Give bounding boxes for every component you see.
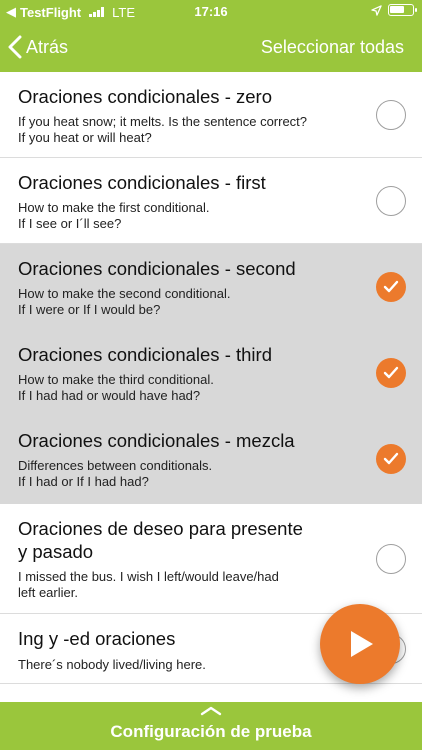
item-title-line2: y pasado — [18, 541, 94, 562]
start-test-play-button[interactable] — [320, 604, 400, 684]
back-button-label: Atrás — [26, 36, 69, 57]
item-title: Oraciones condicionales - zero — [18, 86, 272, 107]
item-subtitle-line1: How to make the third conditional. — [18, 372, 214, 387]
checkmark-icon[interactable] — [376, 358, 406, 388]
list-item-selected[interactable]: Oraciones condicionales - second How to … — [0, 244, 422, 330]
list-item[interactable]: Oraciones de deseo para presente y pasad… — [0, 504, 422, 614]
navigation-bar: Atrás Seleccionar todas — [0, 24, 422, 72]
chevron-up-icon — [200, 706, 222, 716]
unchecked-circle-icon[interactable] — [376, 186, 406, 216]
back-button[interactable]: Atrás — [8, 35, 68, 59]
item-subtitle-line2: If I had or If I had had? — [18, 474, 149, 489]
item-subtitle-line2: If I were or If I would be? — [18, 302, 161, 317]
item-subtitle-line2: If you heat or will heat? — [18, 130, 152, 145]
unchecked-circle-icon[interactable] — [376, 100, 406, 130]
list-item[interactable]: Oraciones condicionales - zero If you he… — [0, 72, 422, 158]
item-title: Ing y -ed oraciones — [18, 628, 176, 649]
select-all-button[interactable]: Seleccionar todas — [261, 37, 404, 58]
item-title: Oraciones condicionales - third — [18, 344, 272, 365]
item-subtitle-line1: There´s nobody lived/living here. — [18, 657, 206, 672]
status-right — [371, 4, 417, 16]
checkmark-icon[interactable] — [376, 272, 406, 302]
battery-icon — [388, 4, 417, 16]
unchecked-circle-icon[interactable] — [376, 544, 406, 574]
item-title-line1: Oraciones de deseo para presente — [18, 518, 303, 539]
item-title: Oraciones condicionales - first — [18, 172, 266, 193]
item-subtitle-line1: How to make the first conditional. — [18, 200, 210, 215]
test-settings-label: Configuración de prueba — [110, 722, 312, 741]
list-item-selected[interactable]: Oraciones condicionales - third How to m… — [0, 330, 422, 416]
chevron-left-icon — [8, 35, 22, 59]
item-subtitle-line1: I missed the bus. I wish I left/would le… — [18, 569, 279, 584]
list-item-selected[interactable]: Oraciones condicionales - mezcla Differe… — [0, 416, 422, 504]
checkmark-icon[interactable] — [376, 444, 406, 474]
item-subtitle-line1: Differences between conditionals. — [18, 458, 213, 473]
list-item-partial[interactable] — [0, 684, 422, 702]
item-title: Oraciones condicionales - mezcla — [18, 430, 295, 451]
item-subtitle-line2: left earlier. — [18, 585, 78, 600]
item-title: Oraciones condicionales - second — [18, 258, 296, 279]
play-icon — [351, 631, 373, 657]
location-icon — [371, 4, 382, 16]
item-subtitle-line2: If I see or I´ll see? — [18, 216, 122, 231]
status-time: 17:16 — [194, 4, 228, 19]
status-bar: ◀ TestFlight LTE 17:16 — [0, 0, 422, 24]
item-subtitle-line2: If I had had or would have had? — [18, 388, 201, 403]
item-subtitle-line1: If you heat snow; it melts. Is the sente… — [18, 114, 308, 129]
list-item[interactable]: Oraciones condicionales - first How to m… — [0, 158, 422, 244]
item-subtitle-line1: How to make the second conditional. — [18, 286, 231, 301]
test-settings-bar[interactable]: Configuración de prueba — [0, 702, 422, 750]
